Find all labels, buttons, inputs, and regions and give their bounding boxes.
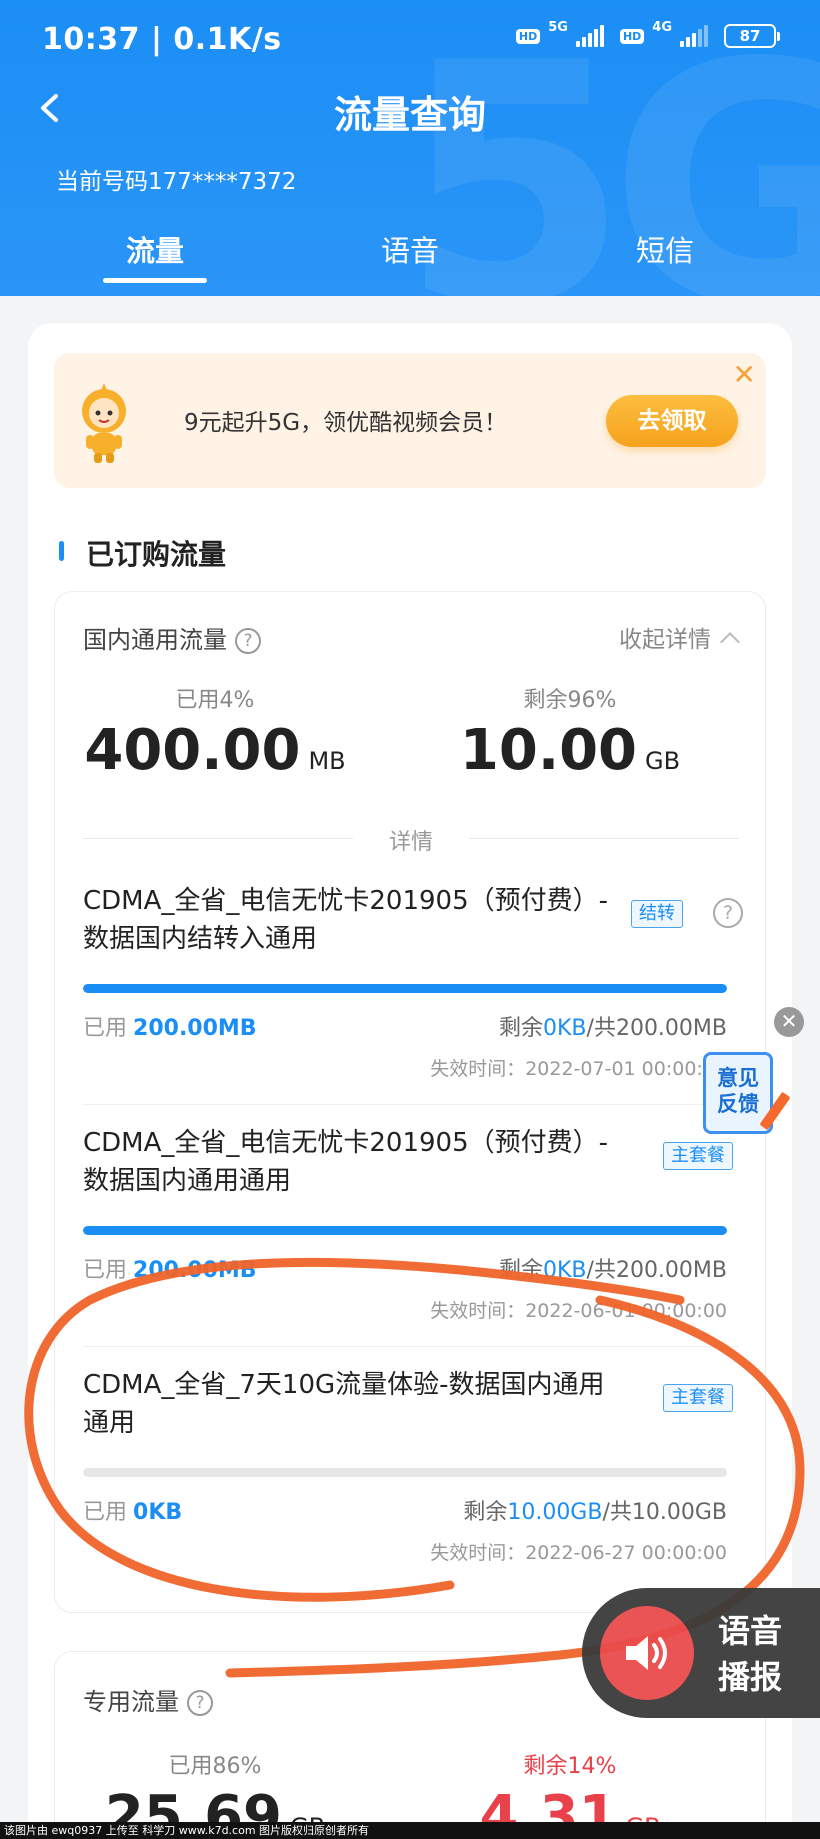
used-prefix: 已用 [83,1258,128,1283]
divider [83,1104,739,1105]
card-name: 专用流量? [83,1682,213,1717]
section-title: 已订购流量 [58,533,226,573]
remain-amount: 10.00GB [507,1500,603,1525]
chevron-up-icon [720,632,740,652]
section-title-text: 已订购流量 [86,538,227,571]
package-expire-time: 失效时间：2022-06-01 00:00:00 [430,1300,727,1322]
used-prefix: 已用 [83,1016,128,1041]
package-remaining: 剩余0KB/共200.00MB [499,1252,727,1284]
package-expire-time: 失效时间：2022-07-01 00:00:00 [430,1058,727,1080]
tab-sms[interactable]: 短信 [585,228,745,270]
card-name: 国内通用流量? [83,620,261,655]
used-value-block: 400.00 MB [55,720,375,782]
watermark-footer: 该图片由 ewq0937 上传至 科学刀 www.k7d.com 图片版权归原创… [0,1822,820,1839]
remain-label: 剩余96% [523,688,617,713]
package-expire-time: 失效时间：2022-06-27 00:00:00 [430,1542,727,1564]
network-type-label: 4G [652,19,672,35]
page-title: 流量查询 [333,93,486,137]
battery-icon: 87 [724,24,780,48]
used-prefix: 已用 [83,1500,128,1525]
usage-progress-bar [83,1226,727,1235]
network-type-label: 5G [548,19,568,35]
package-name: CDMA_全省_电信无忧卡201905（预付费）-数据国内通用通用 [83,1128,609,1196]
close-icon[interactable]: ✕ [774,1007,804,1037]
remain-summary: 剩余96% 10.00 GB [410,682,730,782]
promo-text: 9元起升5G，领优酷视频会员！ [184,410,508,436]
usage-progress-bar [83,1468,727,1477]
tab-data[interactable]: 流量 [75,228,235,270]
speaker-icon [626,1636,667,1670]
remain-amount: 0KB [543,1016,587,1041]
card-name-text: 国内通用流量 [83,626,227,654]
used-label: 已用86% [168,1754,262,1779]
hd-badge: HD [619,28,645,44]
package-used: 已用 0KB [83,1494,182,1526]
promo-banner[interactable]: 9元起升5G，领优酷视频会员！ 去领取 ✕ [54,353,766,488]
tab-voice[interactable]: 语音 [330,228,490,270]
package-remaining: 剩余10.00GB/共10.00GB [463,1494,727,1526]
header: 5G 10:37 | 0.1K/s HD 5G HD 4G 87 流量查询 当前… [0,0,820,296]
current-phone-number: 当前号码177****7372 [56,169,297,195]
remain-unit: GB [645,747,681,775]
remain-value-block: 10.00 GB [410,720,730,782]
used-amount: 0KB [133,1500,183,1525]
status-icons: HD 5G HD 4G 87 [515,20,780,48]
usage-progress-fill [83,1226,727,1235]
mascot-icon [82,383,126,463]
package-tag: 主套餐 [663,1142,733,1170]
remain-amount: 0KB [543,1258,587,1283]
used-amount: 200.00MB [133,1016,257,1041]
help-icon[interactable]: ? [187,1690,213,1716]
package-remaining: 剩余0KB/共200.00MB [499,1010,727,1042]
remain-value: 10.00 [459,718,638,783]
voice-report-button[interactable] [600,1606,694,1700]
used-summary: 已用4% 400.00 MB [55,682,375,782]
used-value: 400.00 [84,718,301,783]
remain-label: 剩余14% [523,1754,617,1779]
tab-bar: 流量 语音 短信 [0,228,820,296]
voice-report-line1: 语音 [718,1612,783,1650]
package-name: CDMA_全省_电信无忧卡201905（预付费）-数据国内结转入通用 [83,886,609,954]
used-unit: MB [308,747,346,775]
package-used: 已用 200.00MB [83,1252,257,1284]
voice-report-label: 语音 播报 [718,1608,782,1700]
package-used: 已用 200.00MB [83,1010,257,1042]
active-tab-indicator [103,278,207,283]
status-bar: 10:37 | 0.1K/s HD 5G HD 4G 87 [0,0,820,80]
remain-total: /共10.00GB [602,1500,727,1525]
signal-strength-icon [680,25,708,47]
domestic-data-card: 国内通用流量? 收起详情 已用4% 400.00 MB 剩余96% 10.00 GB… [54,591,766,1613]
claim-button[interactable]: 去领取 [606,395,738,447]
collapse-details-button[interactable]: 收起详情 [619,620,740,654]
remain-total: /共200.00MB [586,1016,727,1041]
help-icon[interactable]: ? [713,898,743,928]
feedback-label-line1: 意见 [717,1066,759,1090]
package-tag: 主套餐 [663,1384,733,1412]
remain-prefix: 剩余 [498,1258,543,1283]
voice-report-widget[interactable]: 语音 播报 [582,1588,820,1718]
used-label: 已用4% [175,688,255,713]
usage-progress-bar [83,984,727,993]
close-icon[interactable]: ✕ [733,361,756,389]
hd-badge: HD [515,28,541,44]
help-icon[interactable]: ? [235,628,261,654]
voice-report-line2: 播报 [718,1658,783,1696]
collapse-label: 收起详情 [619,627,711,653]
package-name: CDMA_全省_7天10G流量体验-数据国内通用通用 [83,1370,605,1438]
signal-strength-icon [575,25,604,47]
feedback-label-line2: 反馈 [717,1092,759,1116]
divider [83,1346,739,1347]
details-divider: 详情 [83,824,739,856]
package-tag: 结转 [631,900,683,928]
remain-prefix: 剩余 [463,1500,508,1525]
feedback-button[interactable]: 意见 反馈 [703,1052,791,1134]
status-time: 10:37 | 0.1K/s [42,22,282,57]
usage-progress-fill [83,984,727,993]
remain-prefix: 剩余 [498,1016,543,1041]
used-amount: 200.00MB [133,1258,257,1283]
card-name-text: 专用流量 [83,1688,179,1716]
remain-total: /共200.00MB [586,1258,727,1283]
